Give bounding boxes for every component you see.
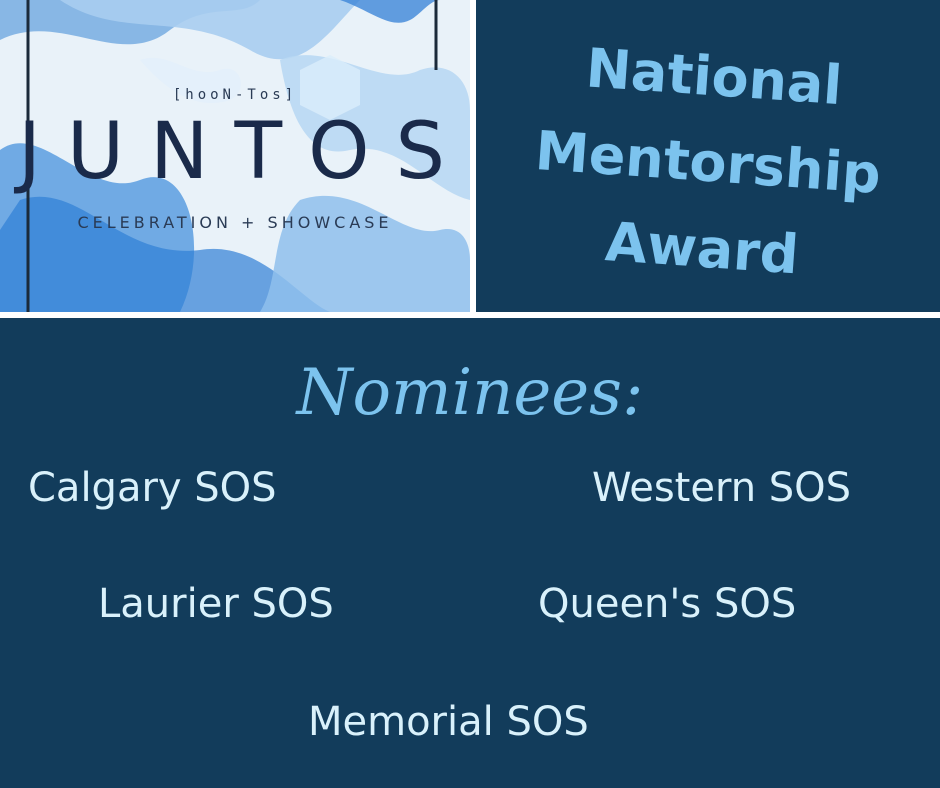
- poster-title: JUNTOS: [18, 107, 470, 197]
- nominee-laurier: Laurier SOS: [98, 581, 334, 627]
- nominee-memorial: Memorial SOS: [308, 699, 589, 745]
- poster-tagline: CELEBRATION + SHOWCASE: [77, 213, 393, 232]
- poster-subtitle: [hooN-Tos]: [172, 87, 298, 103]
- nominee-western: Western SOS: [592, 465, 852, 511]
- nominee-queens: Queen's SOS: [538, 581, 797, 627]
- nominee-calgary: Calgary SOS: [28, 465, 277, 511]
- award-title: National Mentorship Award: [468, 18, 940, 308]
- nominees-heading: Nominees:: [296, 356, 644, 430]
- juntos-poster-image: [hooN-Tos] JUNTOS CELEBRATION + SHOWCASE: [0, 0, 470, 312]
- award-panel: National Mentorship Award: [476, 0, 940, 312]
- nominees-panel: Nominees: Calgary SOS Western SOS Laurie…: [0, 318, 940, 788]
